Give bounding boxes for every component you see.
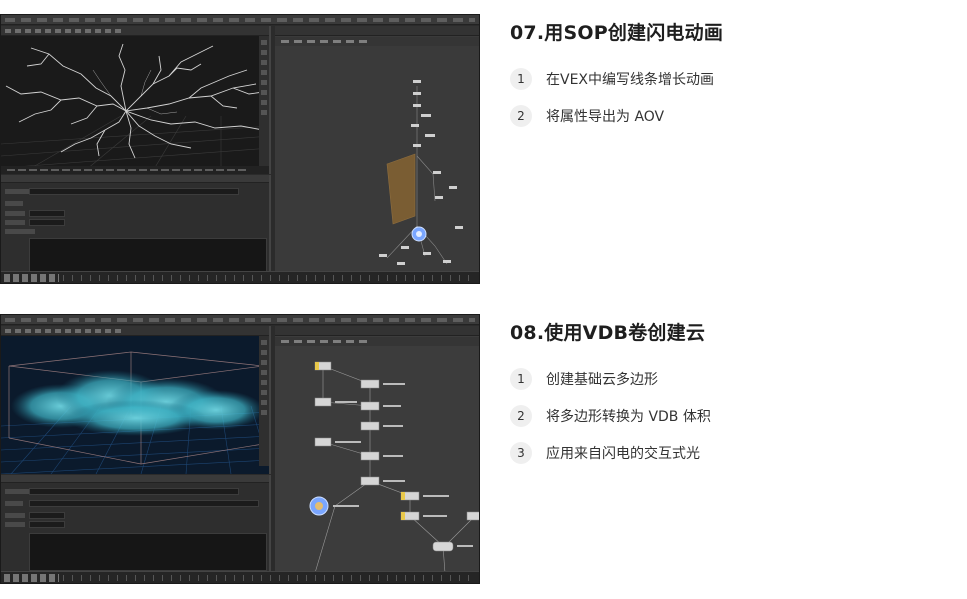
lesson-07: 07.用SOP创建闪电动画 1 在VEX中编写线条增长动画 2 将属性导出为 A… <box>0 14 967 284</box>
step-item: 3 应用来自闪电的交互式光 <box>510 442 950 464</box>
step-number-badge: 1 <box>510 368 532 390</box>
node-network-view <box>275 326 479 573</box>
timeline-bar[interactable] <box>1 271 479 283</box>
houdini-lightning-screenshot <box>0 14 480 284</box>
timeline-bar[interactable] <box>1 571 479 583</box>
viewport-side-toolbar <box>259 336 269 466</box>
scene-viewport <box>1 326 271 474</box>
menu-bar <box>1 315 479 325</box>
cloud-render <box>1 351 269 474</box>
lesson-08-text: 08.使用VDB卷创建云 1 创建基础云多边形 2 将多边形转换为 VDB 体积… <box>510 318 950 479</box>
viewport-side-toolbar <box>259 36 269 166</box>
node-network-view <box>275 26 479 273</box>
lightning-render <box>1 43 269 174</box>
parameter-panel <box>1 175 271 273</box>
scene-viewport <box>1 26 271 174</box>
step-text: 将属性导出为 AOV <box>546 109 665 125</box>
node-graph <box>309 361 479 573</box>
step-text: 创建基础云多边形 <box>546 372 658 388</box>
menu-bar <box>1 15 479 25</box>
step-list: 1 在VEX中编写线条增长动画 2 将属性导出为 AOV <box>510 68 950 127</box>
step-number-badge: 3 <box>510 442 532 464</box>
lesson-07-text: 07.用SOP创建闪电动画 1 在VEX中编写线条增长动画 2 将属性导出为 A… <box>510 18 950 142</box>
lesson-title: 07.用SOP创建闪电动画 <box>510 22 724 44</box>
step-text: 应用来自闪电的交互式光 <box>546 446 700 462</box>
lesson-title: 08.使用VDB卷创建云 <box>510 322 706 344</box>
step-item: 1 在VEX中编写线条增长动画 <box>510 68 950 90</box>
parameter-panel <box>1 475 271 573</box>
step-text: 将多边形转换为 VDB 体积 <box>546 409 711 425</box>
lesson-08: 08.使用VDB卷创建云 1 创建基础云多边形 2 将多边形转换为 VDB 体积… <box>0 314 967 584</box>
step-item: 2 将属性导出为 AOV <box>510 105 950 127</box>
step-number-badge: 1 <box>510 68 532 90</box>
step-text: 在VEX中编写线条增长动画 <box>546 72 715 88</box>
node-graph <box>379 80 463 265</box>
step-item: 2 将多边形转换为 VDB 体积 <box>510 405 950 427</box>
step-number-badge: 2 <box>510 105 532 127</box>
viewport-status-bar <box>1 166 269 174</box>
step-item: 1 创建基础云多边形 <box>510 368 950 390</box>
houdini-vdb-cloud-screenshot <box>0 314 480 584</box>
step-number-badge: 2 <box>510 405 532 427</box>
step-list: 1 创建基础云多边形 2 将多边形转换为 VDB 体积 3 应用来自闪电的交互式… <box>510 368 950 464</box>
